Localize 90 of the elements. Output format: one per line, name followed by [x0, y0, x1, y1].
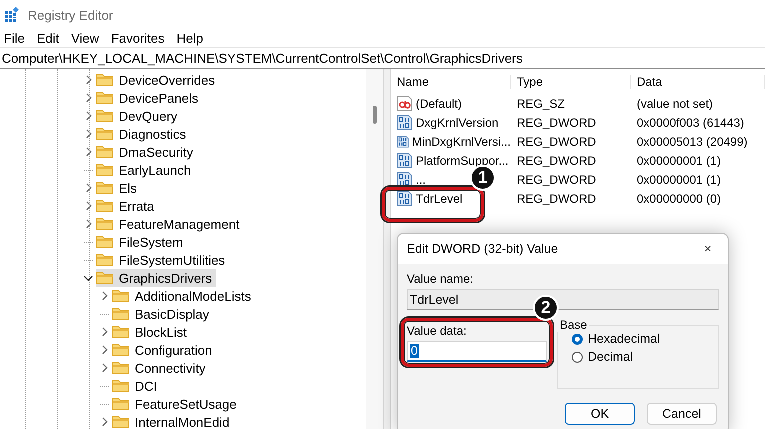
value-type: REG_DWORD: [516, 116, 598, 130]
tree-item[interactable]: Connectivity: [112, 359, 208, 377]
value-name[interactable]: ...: [416, 172, 426, 186]
dialog-title: Edit DWORD (32-bit) Value: [407, 242, 558, 256]
binary-value-icon: [397, 152, 413, 168]
column-header[interactable]: Data: [631, 74, 765, 88]
value-type: REG_DWORD: [516, 192, 598, 206]
cancel-button[interactable]: Cancel: [647, 403, 717, 425]
value-type: REG_DWORD: [516, 172, 598, 186]
folder-icon: [96, 271, 114, 285]
scrollbar[interactable]: [366, 69, 383, 429]
tree-item[interactable]: Errata: [96, 197, 156, 215]
tree-item[interactable]: Configuration: [112, 341, 214, 359]
folder-icon: [96, 181, 114, 195]
folder-icon: [96, 199, 114, 213]
folder-icon: [112, 343, 130, 357]
tree-item[interactable]: FeatureManagement: [96, 215, 242, 233]
menu-item[interactable]: Edit: [36, 31, 60, 46]
binary-value-icon: [397, 190, 413, 206]
folder-icon: [96, 127, 114, 141]
menu-item[interactable]: Help: [176, 31, 204, 46]
tree-item[interactable]: GraphicsDrivers: [96, 269, 216, 287]
value-name[interactable]: PlatformSuppor...: [416, 154, 509, 168]
scrollbar-thumb[interactable]: [373, 106, 377, 124]
folder-icon: [96, 91, 114, 105]
tree-item[interactable]: AdditionalModeLists: [112, 287, 254, 305]
column-header[interactable]: Type: [511, 74, 631, 88]
tree-item[interactable]: DCI: [112, 377, 160, 395]
radio-label[interactable]: Hexadecimal: [588, 332, 660, 346]
folder-icon: [112, 289, 130, 303]
binary-value-icon: [397, 114, 413, 130]
binary-value-icon: [397, 172, 413, 188]
folder-icon: [96, 217, 114, 231]
value-name[interactable]: MinDxgKrnlVersi...: [412, 134, 511, 148]
tree-item[interactable]: DmaSecurity: [96, 143, 196, 161]
value-data: 0x00000001 (1): [636, 172, 722, 186]
value-data: 0x00000000 (0): [636, 192, 722, 206]
radio-button[interactable]: [572, 334, 583, 344]
radio-label[interactable]: Decimal: [588, 350, 634, 364]
tree-item[interactable]: FeatureSetUsage: [112, 395, 239, 413]
tree-item[interactable]: FileSystemUtilities: [96, 251, 228, 269]
tree-item[interactable]: Diagnostics: [96, 125, 188, 143]
folder-icon: [112, 361, 130, 375]
folder-icon: [112, 379, 130, 393]
tree-item[interactable]: FileSystem: [96, 233, 186, 251]
folder-icon: [96, 145, 114, 159]
app-icon: [4, 7, 20, 23]
tree-item[interactable]: DevicePanels: [96, 89, 200, 107]
folder-icon: [96, 73, 114, 87]
value-type: REG_SZ: [516, 96, 566, 110]
folder-icon: [112, 307, 130, 321]
value-data: 0x0000f003 (61443): [636, 116, 746, 130]
value-data: 0x00000001 (1): [636, 154, 722, 168]
value-data: (value not set): [636, 96, 714, 110]
menu-item[interactable]: View: [71, 31, 100, 46]
value-data-field[interactable]: 0: [407, 341, 547, 362]
tree-item[interactable]: BasicDisplay: [112, 305, 212, 323]
tree-item[interactable]: Els: [96, 179, 140, 197]
string-value-icon: [397, 96, 413, 112]
tree-item[interactable]: EarlyLaunch: [96, 161, 194, 179]
folder-icon: [96, 163, 114, 177]
close-button[interactable]: ×: [688, 242, 728, 256]
splitter[interactable]: [383, 69, 391, 429]
field-label: Value name:: [407, 272, 474, 286]
tree-item[interactable]: BlockList: [112, 323, 190, 341]
column-header[interactable]: Name: [391, 74, 511, 88]
folder-icon: [96, 109, 114, 123]
window-title: Registry Editor: [28, 8, 114, 22]
menu-item[interactable]: File: [4, 31, 25, 46]
tree-item[interactable]: InternalMonEdid: [112, 413, 232, 429]
tree-item[interactable]: DeviceOverrides: [96, 71, 218, 89]
value-type: REG_DWORD: [516, 134, 598, 148]
binary-value-icon: [397, 134, 410, 150]
value-name[interactable]: DxgKrnlVersion: [416, 116, 499, 130]
folder-icon: [96, 253, 114, 267]
folder-icon: [112, 397, 130, 411]
value-data: 0x00005013 (20499): [636, 134, 749, 148]
menu-item[interactable]: Favorites: [111, 31, 165, 46]
ok-button[interactable]: OK: [565, 403, 635, 425]
value-name[interactable]: TdrLevel: [416, 192, 463, 206]
folder-icon: [112, 415, 130, 429]
field-label: Value data:: [407, 324, 468, 338]
value-type: REG_DWORD: [516, 154, 598, 168]
value-name[interactable]: (Default): [416, 96, 462, 110]
address-bar[interactable]: Computer\HKEY_LOCAL_MACHINE\SYSTEM\CurrentControlSet\Control\GraphicsDrivers: [0, 47, 765, 69]
tree-item[interactable]: DevQuery: [96, 107, 180, 125]
folder-icon: [96, 235, 114, 249]
folder-icon: [112, 325, 130, 339]
radio-button[interactable]: [572, 352, 583, 362]
group-label: Base: [557, 318, 590, 332]
